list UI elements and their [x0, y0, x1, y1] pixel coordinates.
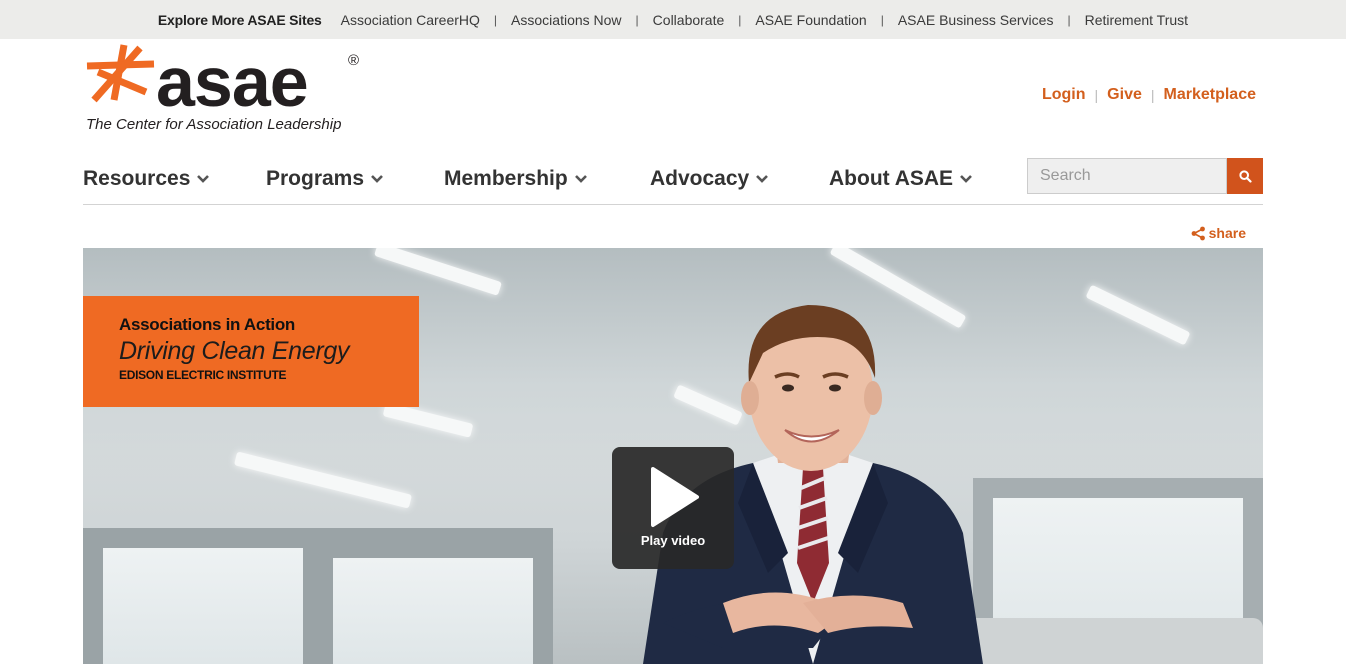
separator: |: [880, 12, 884, 27]
star-logo-icon: [86, 44, 155, 103]
search-input[interactable]: [1027, 158, 1227, 194]
nav-label: About ASAE: [829, 167, 954, 190]
play-icon: [651, 467, 699, 527]
registered-mark: ®: [348, 52, 360, 69]
chevron-down-icon: [197, 175, 210, 183]
hero-window: [333, 558, 533, 664]
separator: |: [493, 12, 498, 27]
asae-logo[interactable]: asae ® The Center for Association Leader…: [84, 42, 369, 138]
search-button[interactable]: [1227, 158, 1263, 194]
separator: |: [635, 12, 639, 27]
main-nav: Resources Programs Membership Advocacy A…: [83, 163, 973, 195]
site-link-business-services[interactable]: ASAE Business Services: [898, 12, 1054, 28]
nav-label: Resources: [83, 167, 191, 190]
separator: |: [1150, 87, 1155, 103]
chevron-down-icon: [371, 175, 383, 183]
nav-item-about-asae[interactable]: About ASAE: [829, 167, 973, 191]
share-icon: [1191, 226, 1205, 240]
chevron-down-icon: [960, 175, 972, 183]
share-label: share: [1208, 225, 1246, 241]
nav-item-resources[interactable]: Resources: [83, 167, 266, 191]
explore-label: Explore More ASAE Sites: [157, 11, 322, 28]
hero-video: Associations in Action Driving Clean Ene…: [83, 248, 1263, 664]
nav-item-programs[interactable]: Programs: [266, 167, 444, 191]
give-link[interactable]: Give: [1107, 86, 1142, 104]
site-link-collaborate[interactable]: Collaborate: [653, 12, 725, 28]
nav-item-advocacy[interactable]: Advocacy: [650, 167, 829, 191]
hero-organization: EDISON ELECTRIC INSTITUTE: [119, 368, 287, 382]
chevron-down-icon: [574, 175, 587, 183]
hero-kicker: Associations in Action: [119, 315, 296, 334]
nav-label: Programs: [266, 167, 365, 190]
hero-headline: Driving Clean Energy: [119, 337, 350, 365]
play-video-button[interactable]: Play video: [612, 447, 734, 569]
search-form: [1027, 158, 1263, 194]
site-link-retirement-trust[interactable]: Retirement Trust: [1085, 12, 1188, 28]
hero-caption: Associations in Action Driving Clean Ene…: [83, 296, 419, 407]
nav-label: Membership: [444, 167, 568, 190]
hero-window: [103, 548, 303, 664]
search-icon: [1238, 169, 1252, 183]
sites-list: Association CareerHQ | Associations Now …: [341, 12, 1188, 28]
play-video-label: Play video: [640, 533, 706, 548]
logo-tagline: The Center for Association Leadership: [86, 116, 342, 133]
marketplace-link[interactable]: Marketplace: [1164, 86, 1257, 104]
explore-sites-bar: Explore More ASAE Sites Association Care…: [0, 0, 1346, 39]
share-button[interactable]: share: [1191, 225, 1246, 241]
separator: |: [1094, 87, 1099, 103]
nav-label: Advocacy: [650, 167, 750, 190]
nav-divider: [83, 204, 1263, 205]
account-links: Login | Give | Marketplace: [1042, 86, 1256, 104]
site-link-associations-now[interactable]: Associations Now: [511, 12, 622, 28]
logo-wordmark: asae: [156, 43, 309, 121]
chevron-down-icon: [756, 175, 769, 183]
nav-item-membership[interactable]: Membership: [444, 167, 650, 191]
login-link[interactable]: Login: [1042, 86, 1086, 104]
separator: |: [1067, 12, 1071, 27]
site-link-careerhq[interactable]: Association CareerHQ: [341, 12, 480, 28]
site-link-asae-foundation[interactable]: ASAE Foundation: [755, 12, 866, 28]
separator: |: [738, 12, 742, 27]
